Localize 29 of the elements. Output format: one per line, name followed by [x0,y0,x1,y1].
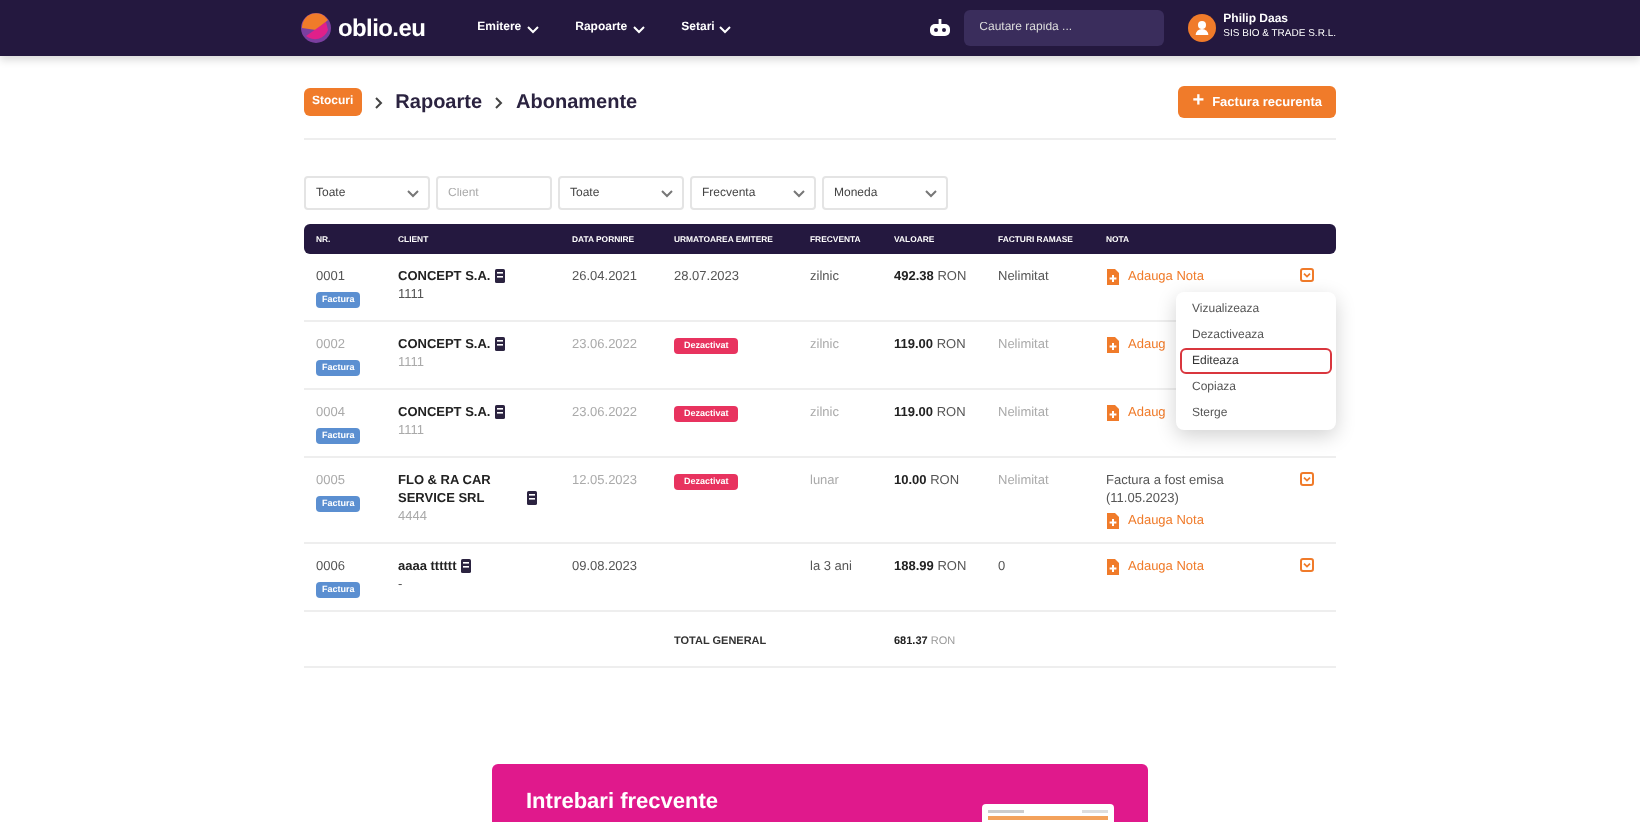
add-note-icon [1106,268,1120,286]
add-note-icon [1106,404,1120,422]
chevron-down-icon [718,23,733,33]
breadcrumb-link[interactable]: Rapoarte [395,91,483,113]
add-note-icon [1106,512,1120,530]
chevron-down-icon [924,188,938,198]
robot-icon[interactable] [927,18,952,38]
chevron-down-icon [525,23,540,33]
chevron-right-icon [494,95,505,109]
logo-icon[interactable] [300,12,332,44]
dropdown-toggle-icon[interactable] [1300,472,1314,486]
document-icon[interactable] [494,404,507,420]
faq-title: Intrebari frecvente [526,790,718,814]
chevron-down-icon [660,188,674,198]
chevron-right-icon [373,95,384,109]
chevron-down-icon [631,23,646,33]
page-title: Abonamente [516,91,638,113]
add-note-icon [1106,336,1120,354]
document-icon[interactable] [494,268,507,284]
add-note-icon [1106,558,1120,576]
logo-text[interactable]: oblio.eu [338,14,426,42]
chevron-down-icon [406,188,420,198]
user-avatar-icon[interactable] [1187,14,1216,42]
document-icon[interactable] [494,336,507,352]
document-icon[interactable] [526,490,538,506]
dropdown-toggle-icon[interactable] [1300,268,1314,282]
chevron-down-icon [792,188,806,198]
document-icon[interactable] [460,558,473,574]
dropdown-toggle-icon[interactable] [1300,558,1314,572]
